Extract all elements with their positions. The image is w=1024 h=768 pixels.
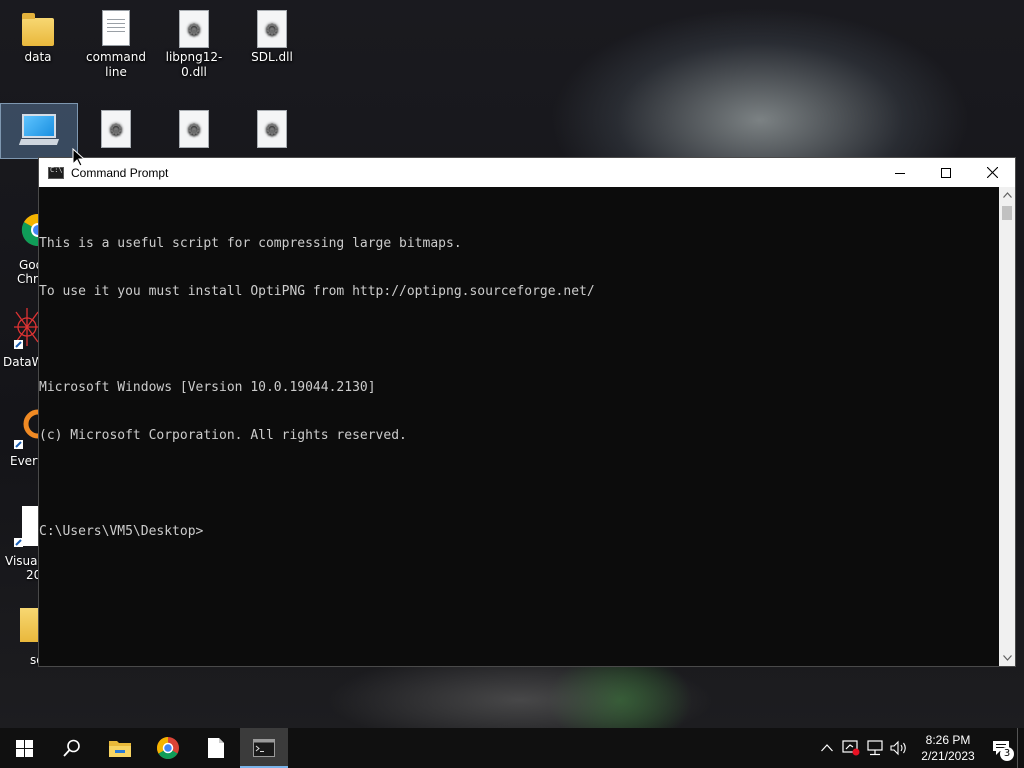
minimize-icon xyxy=(895,172,905,174)
desktop-icon-label: so xyxy=(30,653,38,667)
file-explorer-icon xyxy=(109,741,131,757)
scroll-up-button[interactable] xyxy=(999,187,1015,203)
scroll-down-button[interactable] xyxy=(999,650,1015,666)
chrome-icon xyxy=(157,737,179,759)
notification-count-badge: 3 xyxy=(1000,747,1014,761)
title-bar[interactable]: Command Prompt xyxy=(39,158,1015,187)
dll-gear-icon: ⚙ xyxy=(254,108,290,150)
command-prompt-line[interactable]: C:\Users\VM5\Desktop> xyxy=(39,524,999,540)
console-line: (c) Microsoft Corporation. All rights re… xyxy=(39,428,407,443)
chrome-icon xyxy=(21,213,54,247)
desktop-icon-label: Chr xyxy=(17,272,38,286)
desktop-icon-label: Visual xyxy=(5,554,38,568)
network-alert-icon xyxy=(842,740,860,756)
command-prompt-icon xyxy=(253,739,275,757)
taskbar-clock[interactable]: 8:26 PM 2/21/2023 xyxy=(911,732,985,764)
console-line: Microsoft Windows [Version 10.0.19044.21… xyxy=(39,380,376,395)
desktop-icon-command-line[interactable]: command line xyxy=(78,4,154,80)
desktop-icon-visual-studio[interactable] xyxy=(12,504,38,552)
minimize-button[interactable] xyxy=(877,158,923,187)
chevron-up-icon xyxy=(1002,192,1012,198)
start-button[interactable] xyxy=(0,728,48,768)
vertical-scrollbar[interactable] xyxy=(999,187,1015,666)
console-line: This is a useful script for compressing … xyxy=(39,236,462,251)
close-button[interactable] xyxy=(969,158,1015,187)
ethernet-icon xyxy=(867,740,883,756)
desktop-icon-libpng[interactable]: ⚙ libpng12-0.dll xyxy=(156,4,232,80)
close-icon xyxy=(986,167,998,178)
maximize-icon xyxy=(941,167,951,178)
desktop-icon-folder-so[interactable] xyxy=(20,604,38,646)
notepad-icon xyxy=(208,738,224,758)
chevron-down-icon xyxy=(1002,655,1012,661)
folder-icon xyxy=(20,8,56,50)
show-desktop-button[interactable] xyxy=(1017,728,1024,768)
desktop-icon-label: DataW xyxy=(3,355,38,369)
desktop-icon-dll-1[interactable]: ⚙ xyxy=(78,104,154,158)
visual-studio-icon xyxy=(14,506,38,547)
this-pc-icon xyxy=(21,108,57,150)
dll-gear-icon: ⚙ xyxy=(176,108,212,150)
desktop-icon-label: command line xyxy=(86,50,146,79)
action-center-button[interactable]: 3 xyxy=(985,728,1017,768)
clock-date: 2/21/2023 xyxy=(921,749,975,763)
command-prompt-icon xyxy=(48,166,64,179)
desktop-icon-label: Goo xyxy=(19,258,38,272)
clock-time: 8:26 PM xyxy=(925,733,971,747)
system-tray: 8:26 PM 2/21/2023 3 xyxy=(815,728,1024,768)
taskbar-notepad[interactable] xyxy=(192,728,240,768)
volume-button[interactable] xyxy=(887,728,911,768)
search-button[interactable] xyxy=(48,728,96,768)
desktop-icon-dll-3[interactable]: ⚙ xyxy=(234,104,310,158)
text-file-icon xyxy=(98,8,134,50)
show-hidden-icons-button[interactable] xyxy=(815,728,839,768)
desktop-icon-sdl-dll[interactable]: ⚙ SDL.dll xyxy=(234,4,310,65)
desktop-icon-chrome[interactable] xyxy=(14,210,54,250)
console-output[interactable]: This is a useful script for compressing … xyxy=(39,187,999,666)
desktop-icon-label: data xyxy=(24,50,52,64)
chevron-up-icon xyxy=(821,744,833,752)
desktop-icon-label: 20 xyxy=(26,568,38,582)
command-prompt-window[interactable]: Command Prompt This is a useful script f… xyxy=(38,157,1016,667)
taskbar: 8:26 PM 2/21/2023 3 xyxy=(0,728,1024,768)
maximize-button[interactable] xyxy=(923,158,969,187)
desktop-icon-this-pc[interactable] xyxy=(0,103,78,159)
speaker-icon xyxy=(890,740,906,756)
desktop-icon-everything[interactable] xyxy=(12,406,53,450)
dll-gear-icon: ⚙ xyxy=(176,8,212,50)
console-line: To use it you must install OptiPNG from … xyxy=(39,284,595,299)
folder-icon xyxy=(20,608,38,642)
desktop-icon-label: libpng12-0.dll xyxy=(165,50,223,79)
desktop-icon-label: SDL.dll xyxy=(251,50,293,64)
network-button[interactable] xyxy=(863,728,887,768)
dll-gear-icon: ⚙ xyxy=(254,8,290,50)
taskbar-chrome[interactable] xyxy=(144,728,192,768)
tray-app-button[interactable] xyxy=(839,728,863,768)
taskbar-file-explorer[interactable] xyxy=(96,728,144,768)
desktop-icon-label: Every xyxy=(10,454,38,468)
datawarrior-icon xyxy=(14,308,39,349)
search-icon xyxy=(63,739,80,757)
desktop-icon-datawarrior[interactable] xyxy=(12,306,39,350)
everything-search-icon xyxy=(14,409,53,449)
scroll-thumb[interactable] xyxy=(1002,206,1012,220)
taskbar-command-prompt[interactable] xyxy=(240,728,288,768)
dll-gear-icon: ⚙ xyxy=(98,108,134,150)
windows-start-icon xyxy=(15,739,33,757)
desktop-icon-data[interactable]: data xyxy=(0,4,76,65)
desktop-icon-dll-2[interactable]: ⚙ xyxy=(156,104,232,158)
window-controls xyxy=(877,158,1015,187)
